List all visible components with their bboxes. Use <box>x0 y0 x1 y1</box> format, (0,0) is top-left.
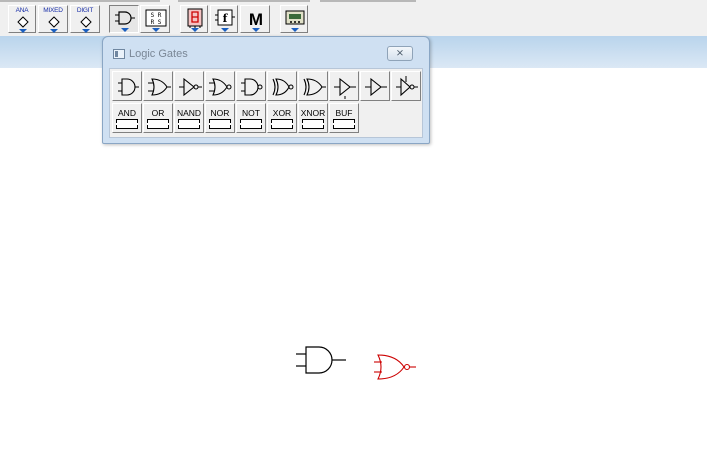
logic-gates-button[interactable] <box>109 5 139 33</box>
nand-gate-icon <box>241 78 263 96</box>
close-button[interactable]: ⨯ <box>387 46 413 61</box>
block-symbol <box>302 119 324 129</box>
palette-title: Logic Gates <box>129 48 188 60</box>
and-label-button[interactable]: AND <box>112 103 142 133</box>
or-gate-button[interactable] <box>143 71 173 101</box>
or-label: OR <box>151 108 165 118</box>
nand-label-button[interactable]: NAND <box>174 103 204 133</box>
macro-icon: M <box>249 10 263 32</box>
svg-text:M: M <box>249 10 263 29</box>
not-label: NOT <box>242 108 260 118</box>
nor-gate-button[interactable] <box>205 71 235 101</box>
nor-label: NOR <box>210 108 230 118</box>
xor-gate-button[interactable] <box>298 71 328 101</box>
buf-label: BUF <box>335 108 353 118</box>
sources-button[interactable]: S R R S <box>140 5 170 33</box>
diamond-icon <box>48 16 60 33</box>
xnor-label: XNOR <box>300 108 326 118</box>
buffer-gate-button[interactable] <box>360 71 390 101</box>
sources-icon: S R R S <box>145 9 167 32</box>
xor-label: XOR <box>272 108 292 118</box>
and-label: AND <box>118 108 136 118</box>
xnor-label-button[interactable]: XNOR <box>298 103 328 133</box>
block-symbol <box>116 119 138 129</box>
block-symbol <box>209 119 231 129</box>
xor-label-button[interactable]: XOR <box>267 103 297 133</box>
function-icon: f <box>215 9 235 32</box>
instrument-icon <box>285 10 305 32</box>
ana-button[interactable]: ANA <box>8 5 36 33</box>
toolbar-separator <box>178 0 310 2</box>
block-symbol <box>147 119 169 129</box>
mixed-button[interactable]: MIXED <box>38 5 68 33</box>
nor-gate-icon <box>209 78 232 96</box>
palette-body: AND OR NAND NOR NOT XOR XNOR BUF <box>109 68 423 138</box>
buf-label-button[interactable]: BUF <box>329 103 359 133</box>
nand-label: NAND <box>176 108 202 118</box>
toolbar-separator <box>320 0 416 2</box>
tristate-inverter-icon <box>396 76 418 97</box>
or-gate-icon <box>148 78 171 96</box>
xnor-gate-icon <box>272 78 294 96</box>
svg-text:R S: R S <box>151 19 162 26</box>
macro-button[interactable]: M <box>240 5 270 33</box>
svg-text:S R: S R <box>151 12 162 19</box>
block-symbol <box>271 119 293 129</box>
block-symbol <box>178 119 200 129</box>
buffer-gate-icon <box>365 77 387 97</box>
logic-gates-palette[interactable]: Logic Gates ⨯ AND OR NAND NOR NOT XOR XN… <box>102 36 430 144</box>
close-icon: ⨯ <box>395 48 405 59</box>
tristate-buffer-button[interactable] <box>329 71 359 101</box>
tristate-buffer-icon <box>334 77 356 99</box>
digit-button[interactable]: DIGIT <box>70 5 100 33</box>
xnor-gate-button[interactable] <box>267 71 297 101</box>
and-gate-icon <box>118 78 139 96</box>
toolbar-separator <box>0 0 160 2</box>
diamond-icon <box>80 16 92 33</box>
not-gate-button[interactable] <box>174 71 204 101</box>
block-symbol <box>240 119 262 129</box>
and-gate-component[interactable] <box>294 344 350 376</box>
nor-gate-component[interactable] <box>372 352 420 382</box>
and-gate-button[interactable] <box>112 71 142 101</box>
and-gate-icon <box>115 11 135 32</box>
not-gate-icon <box>179 77 202 97</box>
block-symbol <box>333 119 355 129</box>
nand-gate-button[interactable] <box>236 71 266 101</box>
or-label-button[interactable]: OR <box>143 103 173 133</box>
tristate-inverter-button[interactable] <box>391 71 421 101</box>
diamond-icon <box>17 16 29 33</box>
function-button[interactable]: f <box>210 5 238 33</box>
main-toolbar: ANA MIXED DIGIT S R R S f M <box>0 0 707 36</box>
seven-segment-icon <box>187 8 203 32</box>
nor-label-button[interactable]: NOR <box>205 103 235 133</box>
window-icon <box>113 49 125 59</box>
instrument-button[interactable] <box>280 5 308 33</box>
not-label-button[interactable]: NOT <box>236 103 266 133</box>
xor-gate-icon <box>303 78 326 96</box>
display-button[interactable] <box>180 5 208 33</box>
